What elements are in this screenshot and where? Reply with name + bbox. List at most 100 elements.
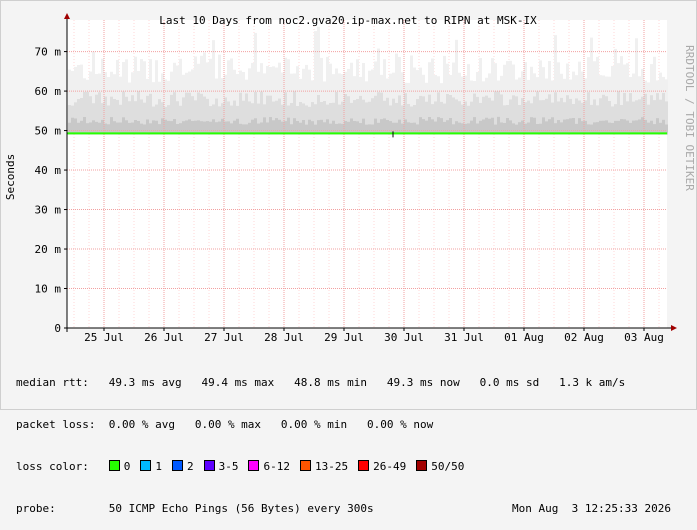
x-tick-label: 25 Jul <box>84 331 124 344</box>
probe-text: 50 ICMP Echo Pings (56 Bytes) every 300s <box>108 502 374 515</box>
legend: median rtt: 49.3 ms avg 49.4 ms max 48.8… <box>16 348 671 530</box>
probe-label: probe: <box>16 502 56 515</box>
x-tick-labels: 25 Jul 26 Jul 27 Jul 28 Jul 29 Jul 30 Jul 31 J… <box>84 328 664 344</box>
smoke-column <box>263 117 266 135</box>
smoke-column <box>569 118 572 135</box>
median-rtt-values: 49.3 ms avg 49.4 ms max 48.8 ms min 49.3… <box>108 376 626 389</box>
smoke-column <box>662 119 665 135</box>
smoke-column <box>212 119 215 135</box>
median-rtt-label: median rtt: <box>16 376 89 389</box>
loss-color-item: 1 <box>140 460 162 474</box>
x-tick-label: 30 Jul <box>384 331 424 344</box>
smoke-column <box>71 117 74 135</box>
smoke-column <box>578 118 581 135</box>
smoke-column <box>254 118 257 135</box>
smoke-column <box>563 119 566 135</box>
smoke-column <box>485 117 488 135</box>
y-axis-label: Seconds <box>4 154 17 200</box>
loss-color-label: loss color: <box>16 460 89 473</box>
loss-color-list: 0 1 2 3-5 6-12 13-25 26-49 50/50 <box>108 460 475 474</box>
y-tick-label: 30 m <box>35 204 62 217</box>
smoke-column <box>308 119 311 135</box>
packet-loss-values: 0.00 % avg 0.00 % max 0.00 % min 0.00 % … <box>108 418 434 431</box>
smoke-column <box>374 118 377 135</box>
smoke-column <box>440 118 443 135</box>
x-tick-label: 29 Jul <box>324 331 364 344</box>
loss-color-swatch <box>248 460 260 471</box>
smoke-column <box>74 118 77 135</box>
loss-color-swatch <box>203 460 215 471</box>
loss-color-swatch <box>416 460 428 471</box>
rrdtool-watermark: RRDTOOL / TOBI OETIKER <box>683 45 696 191</box>
loss-color-item: 2 <box>171 460 194 474</box>
smoke-column <box>293 118 296 135</box>
smoke-column <box>548 119 551 135</box>
smoke-column <box>326 119 329 135</box>
smoke-column <box>437 117 440 135</box>
y-tick-labels: 0 10 m 20 m 30 m 40 m 50 m 60 m 70 m <box>35 46 67 335</box>
smoke-column <box>623 119 626 135</box>
smoke-column <box>188 119 191 135</box>
median-rtt-row: median rtt: 49.3 ms avg 49.4 ms max 48.8… <box>16 376 625 390</box>
smoke-column <box>422 119 425 135</box>
y-tick-label: 70 m <box>35 46 62 59</box>
loss-color-item: 6-12 <box>248 460 290 474</box>
smoke-column <box>83 116 86 135</box>
y-tick-label: 40 m <box>35 164 62 177</box>
smoke-column <box>530 117 533 135</box>
y-tick-label: 60 m <box>35 85 62 98</box>
smoke-column <box>173 118 176 135</box>
loss-color-label: 26-49 <box>373 460 407 473</box>
packet-loss-row: packet loss: 0.00 % avg 0.00 % max 0.00 … <box>16 418 625 432</box>
smoke-column <box>287 117 290 135</box>
loss-color-swatch <box>171 460 183 471</box>
probe-row: probe: 50 ICMP Echo Pings (56 Bytes) eve… <box>16 502 671 516</box>
smoke-column <box>620 119 623 135</box>
smoke-column <box>533 117 536 135</box>
smoke-column <box>497 116 500 135</box>
smokeping-chart: 0 10 m 20 m 30 m 40 m 50 m 60 m 70 m 25 Jul 26 J… <box>4 13 696 344</box>
smoke-column <box>641 117 644 135</box>
smoke-column <box>488 118 491 135</box>
smoke-column <box>320 119 323 135</box>
loss-color-label: 6-12 <box>263 460 290 473</box>
smoke-column <box>482 119 485 135</box>
smoke-column <box>419 117 422 135</box>
smoke-column <box>275 118 278 135</box>
timestamp: Mon Aug 3 12:25:33 2026 <box>512 502 671 515</box>
loss-color-swatch <box>299 460 311 471</box>
x-tick-label: 02 Aug <box>564 331 604 344</box>
smoke-column <box>656 118 659 135</box>
x-tick-label: 01 Aug <box>504 331 544 344</box>
loss-color-label: 2 <box>186 460 194 473</box>
smoke-column <box>572 118 575 135</box>
smoke-column <box>251 119 254 135</box>
loss-color-label: 13-25 <box>314 460 349 473</box>
smoke-column <box>491 117 494 135</box>
loss-color-label: 0 <box>123 460 131 473</box>
chart-title: Last 10 Days from noc2.gva20.ip-max.net … <box>159 14 537 27</box>
smoke-column <box>449 118 452 135</box>
smoke-column <box>350 118 353 135</box>
x-tick-label: 28 Jul <box>264 331 304 344</box>
y-axis-arrow <box>64 13 70 19</box>
loss-color-swatch <box>358 460 370 471</box>
x-tick-label: 26 Jul <box>144 331 184 344</box>
y-tick-label: 20 m <box>35 243 62 256</box>
smoke-column <box>398 119 401 135</box>
smoke-column <box>269 117 272 135</box>
x-axis-arrow <box>671 325 677 331</box>
loss-color-item: 26-49 <box>358 460 406 474</box>
y-tick-label: 0 <box>54 322 61 335</box>
x-tick-label: 03 Aug <box>624 331 664 344</box>
loss-color-label: 3-5 <box>218 460 239 473</box>
packet-loss-label: packet loss: <box>16 418 96 431</box>
smoke-column <box>566 119 569 135</box>
smoke-column <box>506 117 509 135</box>
x-tick-label: 27 Jul <box>204 331 244 344</box>
smoke-column <box>638 119 641 135</box>
loss-color-item: 50/50 <box>416 460 464 474</box>
loss-color-item: 13-25 <box>299 460 349 474</box>
smoke-column <box>236 118 239 135</box>
smoke-column <box>431 119 434 135</box>
